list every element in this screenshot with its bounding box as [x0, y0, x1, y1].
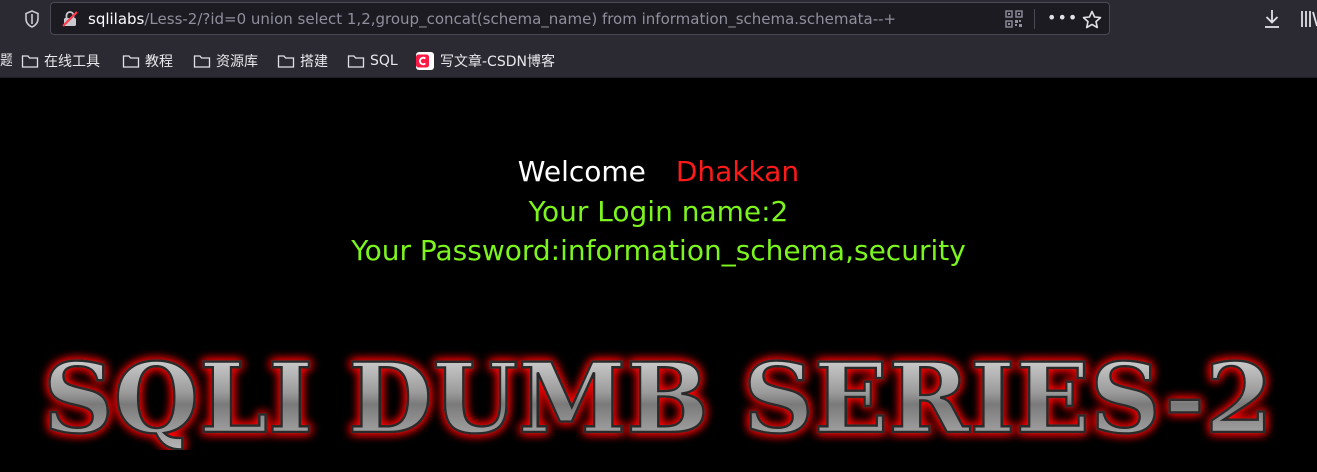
csdn-logo-icon [416, 52, 434, 70]
bookmark-label: 搭建 [300, 54, 328, 70]
downloads-icon[interactable] [1262, 8, 1282, 30]
page-content: Welcome Dhakkan Your Login name:2 Your Pa… [0, 78, 1317, 472]
insecure-lock-icon[interactable] [61, 10, 79, 28]
bookmark-folder-resources[interactable]: 资源库 [193, 50, 258, 72]
bookmark-csdn[interactable]: 写文章-CSDN博客 [416, 50, 555, 72]
library-icon[interactable] [1299, 8, 1317, 30]
bookmark-folder-sql[interactable]: SQL [347, 50, 398, 72]
bookmark-label: 资源库 [216, 54, 258, 70]
bookmark-label: 写文章-CSDN博客 [440, 54, 555, 70]
bookmark-folder-tutorials[interactable]: 教程 [122, 50, 173, 72]
series-banner-logo: SQLI DUMB SERIES-2 [42, 341, 1275, 450]
url-host: sqlilabs [88, 10, 145, 28]
banner-text: SQLI DUMB SERIES-2 [43, 342, 1273, 450]
bookmark-star-icon[interactable] [1081, 9, 1103, 31]
qr-code-icon[interactable] [1005, 10, 1023, 28]
bookmark-label: SQL [370, 53, 398, 69]
folder-icon [122, 55, 140, 68]
tracking-protection-shield-icon[interactable] [22, 9, 42, 29]
address-bar[interactable]: sqlilabs/Less-2/?id=0 union select 1,2,g… [50, 2, 1110, 35]
user-name: Dhakkan [675, 155, 800, 188]
bookmark-folder-setup[interactable]: 搭建 [277, 50, 328, 72]
folder-icon [277, 55, 295, 68]
bookmark-label: 教程 [145, 54, 173, 70]
bookmark-label: 在线工具 [44, 54, 100, 70]
url-text[interactable]: sqlilabs/Less-2/?id=0 union select 1,2,g… [88, 9, 896, 29]
password-result: Your Password:information_schema,securit… [351, 234, 966, 267]
welcome-line: Welcome Dhakkan [0, 154, 1317, 190]
bookmark-item-truncated[interactable]: 题 [0, 51, 12, 71]
folder-icon [347, 55, 365, 68]
welcome-text: Welcome [517, 155, 646, 188]
folder-icon [21, 55, 39, 68]
page-actions-more-icon[interactable]: ••• [1047, 7, 1077, 31]
login-name-result: Your Login name:2 [528, 195, 789, 228]
folder-icon [193, 55, 211, 68]
bookmark-folder-online-tools[interactable]: 在线工具 [21, 50, 100, 72]
address-bar-divider [1034, 9, 1035, 29]
browser-toolbar: sqlilabs/Less-2/?id=0 union select 1,2,g… [0, 0, 1317, 44]
bookmarks-toolbar: 题 在线工具 教程 资源库 搭建 SQL 写文章-CSDN博客 [0, 44, 1317, 78]
url-path: /Less-2/?id=0 union select 1,2,group_con… [144, 10, 897, 28]
